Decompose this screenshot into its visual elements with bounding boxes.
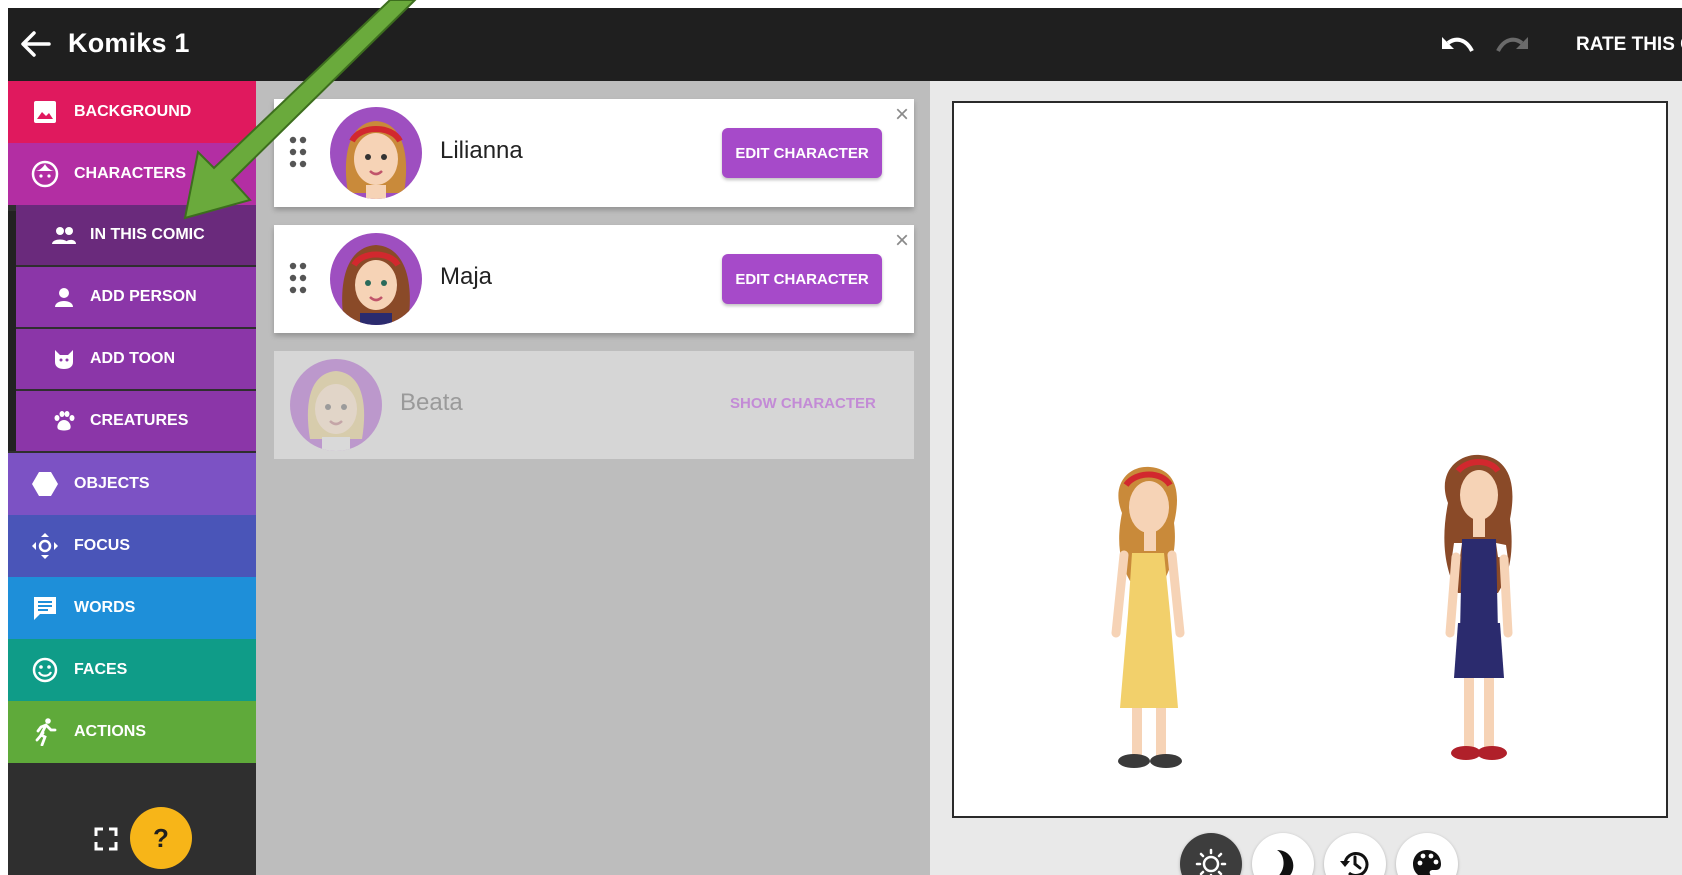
character-card-hidden: Beata SHOW CHARACTER bbox=[274, 351, 914, 459]
nav-faces[interactable]: FACES bbox=[8, 639, 256, 701]
subnav-label: ADD TOON bbox=[90, 350, 176, 367]
nav-characters[interactable]: CHARACTERS bbox=[8, 143, 256, 205]
app-window: Komiks 1 RATE THIS COMIC BACKGROUND bbox=[8, 8, 1682, 875]
character-avatar bbox=[290, 359, 382, 451]
history-button[interactable] bbox=[1324, 833, 1386, 875]
character-figure-maja[interactable] bbox=[1424, 453, 1534, 773]
paw-icon bbox=[50, 407, 78, 435]
close-icon[interactable]: × bbox=[890, 103, 914, 127]
palette-icon bbox=[1413, 850, 1441, 875]
edit-character-button[interactable]: EDIT CHARACTER bbox=[722, 128, 882, 178]
nav-background[interactable]: BACKGROUND bbox=[8, 81, 256, 143]
character-name: Maja bbox=[440, 263, 493, 290]
nav-label: BACKGROUND bbox=[74, 103, 192, 120]
nav-words[interactable]: WORDS bbox=[8, 577, 256, 639]
comic-panel[interactable] bbox=[952, 101, 1668, 818]
face-icon bbox=[30, 159, 60, 189]
history-icon bbox=[1340, 852, 1369, 875]
cat-icon bbox=[50, 345, 78, 373]
undo-icon bbox=[1442, 37, 1474, 52]
nav-focus[interactable]: FOCUS bbox=[8, 515, 256, 577]
redo-button[interactable] bbox=[1492, 32, 1532, 60]
nav-label: CHARACTERS bbox=[74, 165, 186, 182]
fullscreen-icon bbox=[94, 827, 118, 851]
sun-icon bbox=[1195, 848, 1227, 875]
subnav-in-this-comic[interactable]: IN THIS COMIC bbox=[16, 205, 256, 265]
night-mode-button[interactable] bbox=[1252, 833, 1314, 875]
sidebar: BACKGROUND CHARACTERS IN THIS COMIC ADD … bbox=[8, 81, 256, 875]
subnav-label: IN THIS COMIC bbox=[90, 226, 205, 243]
help-button[interactable]: ? bbox=[130, 807, 192, 869]
nav-actions[interactable]: ACTIONS bbox=[8, 701, 256, 763]
fullscreen-button[interactable] bbox=[88, 821, 124, 857]
nav-label: FACES bbox=[74, 661, 128, 678]
back-button[interactable] bbox=[16, 26, 56, 62]
nav-label: ACTIONS bbox=[74, 723, 146, 740]
character-card: Lilianna EDIT CHARACTER × bbox=[274, 99, 914, 207]
subnav-creatures[interactable]: CREATURES bbox=[16, 391, 256, 451]
speech-bubble-icon bbox=[30, 593, 60, 623]
moon-icon bbox=[1277, 850, 1294, 875]
subnav-label: CREATURES bbox=[90, 412, 189, 429]
image-icon bbox=[30, 97, 60, 127]
drag-handle-icon[interactable] bbox=[288, 261, 310, 295]
person-icon bbox=[50, 283, 78, 311]
hexagon-icon bbox=[30, 469, 60, 499]
drag-handle-icon[interactable] bbox=[288, 135, 310, 169]
arrow-left-icon bbox=[21, 31, 51, 57]
nav-label: FOCUS bbox=[74, 537, 130, 554]
move-arrows-icon bbox=[30, 531, 60, 561]
canvas-area bbox=[930, 81, 1682, 875]
rate-comic-button[interactable]: RATE THIS COMIC bbox=[1576, 34, 1682, 56]
character-avatar bbox=[330, 107, 422, 199]
smiley-icon bbox=[30, 655, 60, 685]
color-palette-button[interactable] bbox=[1396, 833, 1458, 875]
edit-character-button[interactable]: EDIT CHARACTER bbox=[722, 254, 882, 304]
top-bar: Komiks 1 RATE THIS COMIC bbox=[8, 8, 1682, 81]
subnav-add-toon[interactable]: ADD TOON bbox=[16, 329, 256, 389]
redo-icon bbox=[1496, 37, 1528, 52]
nav-label: WORDS bbox=[74, 599, 136, 616]
subnav-add-person[interactable]: ADD PERSON bbox=[16, 267, 256, 327]
close-icon[interactable]: × bbox=[890, 229, 914, 253]
character-name: Beata bbox=[400, 389, 463, 416]
comic-title: Komiks 1 bbox=[68, 28, 190, 58]
sidebar-footer: ? bbox=[8, 781, 256, 875]
nav-objects[interactable]: OBJECTS bbox=[8, 453, 256, 515]
character-avatar bbox=[330, 233, 422, 325]
show-character-button[interactable]: SHOW CHARACTER bbox=[730, 395, 876, 412]
undo-button[interactable] bbox=[1438, 32, 1478, 60]
character-figure-lilianna[interactable] bbox=[1094, 463, 1204, 773]
brightness-button[interactable] bbox=[1180, 833, 1242, 875]
running-person-icon bbox=[30, 717, 60, 747]
character-list-panel: Lilianna EDIT CHARACTER × Maja EDIT CHAR… bbox=[256, 81, 930, 875]
character-card: Maja EDIT CHARACTER × bbox=[274, 225, 914, 333]
people-icon bbox=[50, 221, 78, 249]
nav-label: OBJECTS bbox=[74, 475, 150, 492]
subnav-label: ADD PERSON bbox=[90, 288, 197, 305]
character-name: Lilianna bbox=[440, 137, 523, 164]
